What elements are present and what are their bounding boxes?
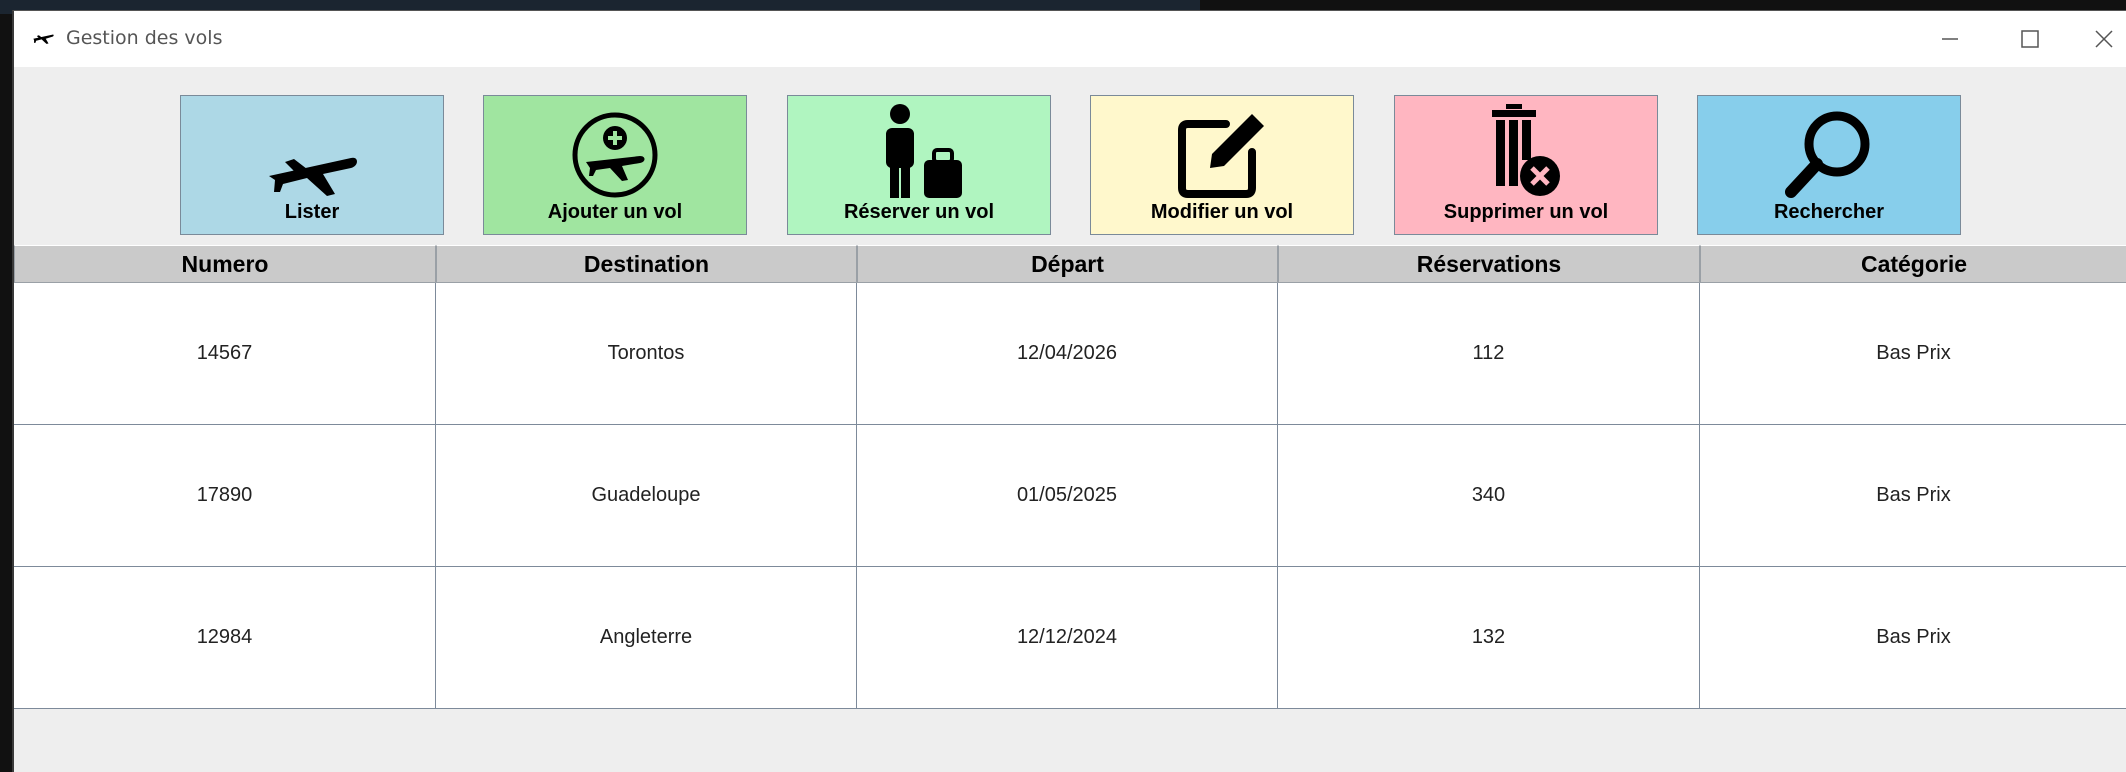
add-flight-button-label: Ajouter un vol xyxy=(547,201,683,223)
reserve-flight-button[interactable]: Réserver un vol xyxy=(787,95,1051,235)
title-bar[interactable]: Gestion des vols xyxy=(14,11,2126,67)
column-header-depart[interactable]: Départ xyxy=(857,245,1278,283)
cell-reservations[interactable]: 340 xyxy=(1278,425,1700,567)
cell-reservations[interactable]: 112 xyxy=(1278,283,1700,425)
cell-depart[interactable]: 12/04/2026 xyxy=(857,283,1278,425)
column-header-destination[interactable]: Destination xyxy=(436,245,857,283)
add-flight-icon xyxy=(572,112,658,198)
cell-reservations[interactable]: 132 xyxy=(1278,567,1700,709)
table-body: 14567 Torontos 12/04/2026 112 Bas Prix 1… xyxy=(14,283,2126,709)
column-header-reservations[interactable]: Réservations xyxy=(1278,245,1700,283)
maximize-icon xyxy=(2021,30,2039,48)
list-button-label: Lister xyxy=(284,201,340,223)
reserve-flight-button-label: Réserver un vol xyxy=(843,201,995,223)
main-window: Gestion des vols Lister Ajouter un vol R… xyxy=(12,10,2126,772)
airplane-icon xyxy=(269,157,357,196)
edit-flight-button[interactable]: Modifier un vol xyxy=(1090,95,1354,235)
cell-numero[interactable]: 14567 xyxy=(14,283,436,425)
flights-table: Numero Destination Départ Réservations C… xyxy=(14,245,2126,709)
toolbar: Lister Ajouter un vol Réserver un vol Mo… xyxy=(14,67,2126,251)
cell-categorie[interactable]: Bas Prix xyxy=(1700,283,2126,425)
table-row[interactable]: 17890 Guadeloupe 01/05/2025 340 Bas Prix xyxy=(14,425,2126,567)
window-title: Gestion des vols xyxy=(66,27,223,49)
cell-depart[interactable]: 01/05/2025 xyxy=(857,425,1278,567)
close-icon xyxy=(2095,30,2113,48)
search-button[interactable]: Rechercher xyxy=(1697,95,1961,235)
edit-flight-button-label: Modifier un vol xyxy=(1150,201,1294,223)
minimize-button[interactable] xyxy=(1910,11,1990,67)
column-header-numero[interactable]: Numero xyxy=(14,245,436,283)
table-header: Numero Destination Départ Réservations C… xyxy=(14,245,2126,283)
cell-destination[interactable]: Torontos xyxy=(436,283,857,425)
app-airplane-icon xyxy=(33,34,54,44)
cell-categorie[interactable]: Bas Prix xyxy=(1700,425,2126,567)
cell-destination[interactable]: Guadeloupe xyxy=(436,425,857,567)
add-flight-button[interactable]: Ajouter un vol xyxy=(483,95,747,235)
table-row[interactable]: 12984 Angleterre 12/12/2024 132 Bas Prix xyxy=(14,567,2126,709)
edit-icon xyxy=(1178,114,1264,198)
close-button[interactable] xyxy=(2064,11,2126,67)
column-header-categorie[interactable]: Catégorie xyxy=(1700,245,2126,283)
minimize-icon xyxy=(1942,38,1958,40)
list-button[interactable]: Lister xyxy=(180,95,444,235)
maximize-button[interactable] xyxy=(1990,11,2070,67)
search-button-label: Rechercher xyxy=(1773,201,1885,223)
delete-flight-button-label: Supprimer un vol xyxy=(1443,201,1609,223)
cell-numero[interactable]: 17890 xyxy=(14,425,436,567)
traveler-luggage-icon xyxy=(886,104,962,198)
table-row[interactable]: 14567 Torontos 12/04/2026 112 Bas Prix xyxy=(14,283,2126,425)
cell-categorie[interactable]: Bas Prix xyxy=(1700,567,2126,709)
search-icon xyxy=(1785,111,1870,198)
delete-flight-button[interactable]: Supprimer un vol xyxy=(1394,95,1658,235)
cell-numero[interactable]: 12984 xyxy=(14,567,436,709)
cell-depart[interactable]: 12/12/2024 xyxy=(857,567,1278,709)
cell-destination[interactable]: Angleterre xyxy=(436,567,857,709)
trash-delete-icon xyxy=(1492,104,1560,196)
